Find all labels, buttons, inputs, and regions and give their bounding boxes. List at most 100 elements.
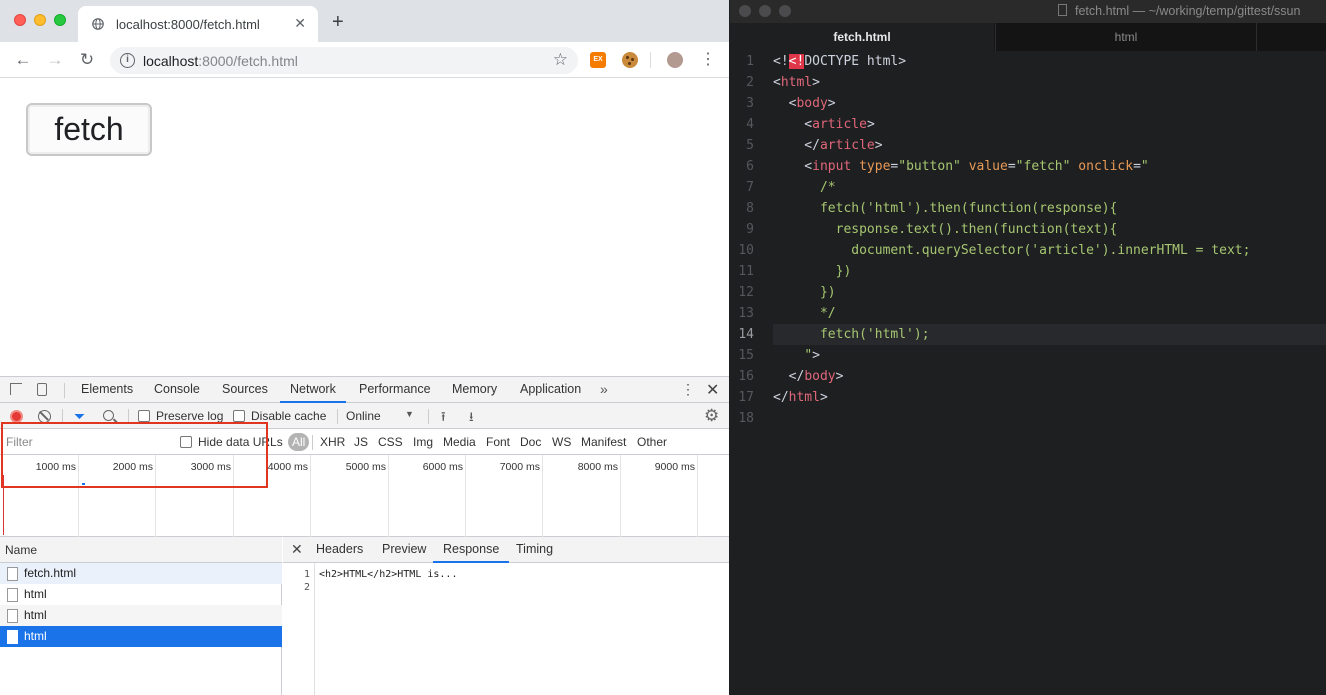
line-number: 3 (746, 96, 754, 111)
devtools-tabbar: Elements Console Sources Network Perform… (0, 377, 729, 403)
tab-network[interactable]: Network (280, 377, 346, 403)
window-maximize-button[interactable] (779, 5, 791, 17)
line-number: 7 (746, 180, 754, 195)
tab-headers[interactable]: Headers (316, 537, 363, 563)
code-line-14: fetch('html'); (773, 327, 930, 342)
gear-icon[interactable]: ⚙ (704, 406, 719, 426)
tab-close-icon[interactable]: ✕ (294, 15, 306, 32)
url-text[interactable]: localhost:8000/fetch.html (143, 53, 298, 69)
window-close-button[interactable] (739, 5, 751, 17)
tab-performance[interactable]: Performance (359, 377, 431, 403)
new-tab-button[interactable]: + (332, 12, 344, 32)
type-filter-ws[interactable]: WS (552, 435, 571, 449)
type-filter-js[interactable]: JS (354, 435, 368, 449)
type-filter-doc[interactable]: Doc (520, 435, 541, 449)
timeline-gridline (310, 455, 311, 537)
search-icon[interactable] (103, 410, 114, 421)
reload-icon[interactable]: ↻ (78, 51, 96, 69)
tab-elements[interactable]: Elements (81, 377, 133, 403)
browser-tab[interactable]: localhost:8000/fetch.html ✕ (78, 6, 318, 42)
code-line-8: fetch('html').then(function(response){ (773, 201, 1118, 216)
code-line-13: */ (773, 306, 836, 321)
inspect-element-icon[interactable] (10, 383, 22, 395)
tab-title: localhost:8000/fetch.html (116, 17, 260, 32)
name-column-header[interactable]: Name (0, 537, 282, 563)
tab-application[interactable]: Application (520, 377, 581, 403)
document-icon (7, 567, 18, 581)
code-line-5: </article> (773, 138, 883, 153)
type-filter-all[interactable]: All (288, 433, 310, 451)
line-number: 8 (746, 201, 754, 216)
request-row-selected[interactable]: html (0, 626, 282, 647)
response-body-line[interactable]: <h2>HTML</h2>HTML is... (319, 569, 457, 580)
cookie-extension-icon[interactable] (622, 52, 638, 68)
code-editor-window: fetch.html — ~/working/temp/gittest/ssun… (730, 0, 1326, 695)
line-number: 10 (738, 243, 754, 258)
code-line-4: <article> (773, 117, 875, 132)
preserve-log-checkbox[interactable] (138, 410, 150, 422)
profile-avatar[interactable] (667, 52, 683, 68)
window-minimize-button[interactable] (34, 14, 46, 26)
type-filter-manifest[interactable]: Manifest (581, 435, 626, 449)
request-row[interactable]: fetch.html (0, 563, 282, 584)
code-line-2: <html> (773, 75, 820, 90)
extension-ex-icon[interactable]: EX (590, 52, 606, 68)
request-name: html (24, 629, 47, 643)
tab-timing[interactable]: Timing (516, 537, 553, 563)
window-close-button[interactable] (14, 14, 26, 26)
document-icon (7, 609, 18, 623)
info-icon[interactable]: i (120, 53, 135, 68)
devtools-menu-icon[interactable]: ⋮ (681, 381, 695, 398)
detail-tabbar: ✕ Headers Preview Response Timing (283, 537, 729, 563)
tab-console[interactable]: Console (154, 377, 200, 403)
export-har-icon[interactable]: ⭳ (469, 408, 474, 430)
tab-memory[interactable]: Memory (452, 377, 497, 403)
browser-menu-icon[interactable]: ⋮ (700, 50, 716, 70)
type-filter-other[interactable]: Other (637, 435, 667, 449)
type-filter-xhr[interactable]: XHR (320, 435, 345, 449)
line-number: 13 (738, 306, 754, 321)
tab-strip: localhost:8000/fetch.html ✕ + (0, 0, 729, 42)
type-filter-css[interactable]: CSS (378, 435, 403, 449)
code-line-12: }) (773, 285, 836, 300)
editor-tab-fetch-html[interactable]: fetch.html (730, 23, 994, 51)
request-row[interactable]: html (0, 605, 282, 626)
throttling-select[interactable]: Online (346, 409, 381, 423)
editor-window-title: fetch.html — ~/working/temp/gittest/ssun (1075, 4, 1301, 18)
code-line-9: response.text().then(function(text){ (773, 222, 1118, 237)
type-filter-img[interactable]: Img (413, 435, 433, 449)
import-har-icon[interactable]: ⭱ (441, 408, 446, 430)
chevron-down-icon[interactable]: ▼ (405, 409, 414, 419)
code-line-1: <!<!DOCTYPE html> (773, 54, 907, 69)
editor-tab-html[interactable]: html (995, 23, 1257, 51)
request-name: html (24, 587, 47, 601)
page-viewport: fetch (0, 79, 729, 376)
line-number: 4 (746, 117, 754, 132)
forward-arrow-icon[interactable]: → (46, 51, 64, 69)
type-filter-font[interactable]: Font (486, 435, 510, 449)
window-minimize-button[interactable] (759, 5, 771, 17)
devtools-close-icon[interactable]: ✕ (706, 380, 719, 400)
request-row[interactable]: html (0, 584, 282, 605)
tab-response[interactable]: Response (433, 537, 510, 563)
line-number: 1 (303, 569, 310, 580)
close-icon[interactable]: ✕ (291, 541, 303, 558)
code-line-10: document.querySelector('article').innerH… (773, 243, 1251, 258)
fetch-button[interactable]: fetch (26, 103, 152, 156)
disable-cache-checkbox[interactable] (233, 410, 245, 422)
window-maximize-button[interactable] (54, 14, 66, 26)
divider (337, 409, 338, 424)
toolbar-divider (650, 52, 651, 68)
device-toolbar-icon[interactable] (37, 383, 47, 396)
more-tabs-icon[interactable]: » (600, 381, 608, 397)
bookmark-star-icon[interactable]: ☆ (553, 50, 568, 70)
line-number: 18 (738, 411, 754, 426)
tab-preview[interactable]: Preview (382, 537, 426, 563)
request-name: fetch.html (24, 566, 77, 580)
tab-sources[interactable]: Sources (222, 377, 268, 403)
address-bar[interactable]: i localhost:8000/fetch.html ☆ (110, 47, 578, 74)
divider (428, 409, 429, 424)
type-filter-media[interactable]: Media (443, 435, 476, 449)
back-arrow-icon[interactable]: ← (14, 51, 32, 69)
timeline-gridline (697, 455, 698, 537)
